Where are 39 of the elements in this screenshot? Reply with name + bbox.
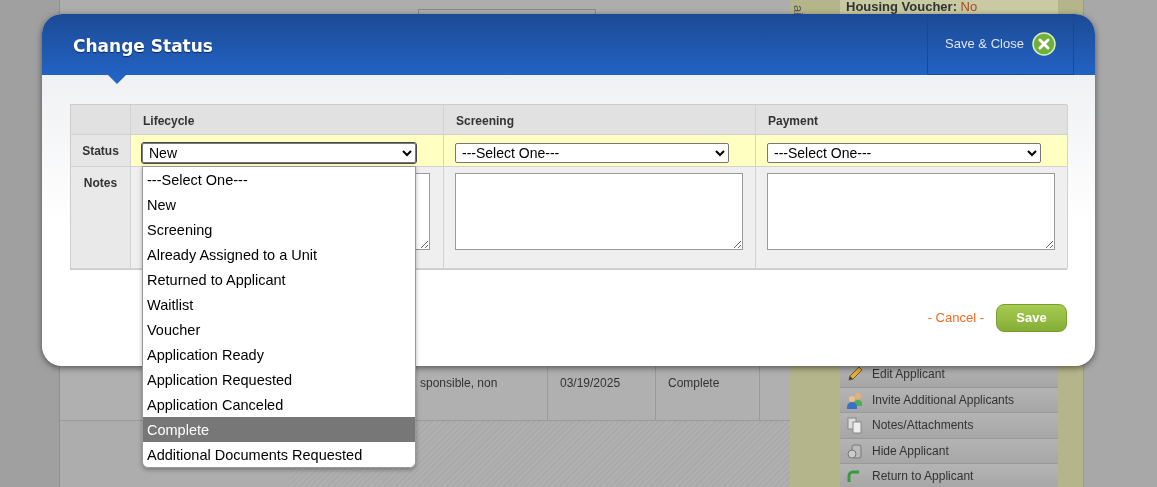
dropdown-option[interactable]: Voucher: [143, 317, 415, 342]
dropdown-option[interactable]: Application Ready: [143, 342, 415, 367]
pages-icon: [846, 416, 864, 435]
dropdown-option[interactable]: Complete: [143, 417, 415, 442]
dropdown-option[interactable]: Already Assigned to a Unit: [143, 242, 415, 267]
column-header: Payment: [756, 105, 1068, 135]
dropdown-option[interactable]: New: [143, 192, 415, 217]
dropdown-option[interactable]: Returned to Applicant: [143, 267, 415, 292]
menu-item[interactable]: Notes/Attachments: [840, 413, 1058, 439]
dropdown-option[interactable]: Application Requested: [143, 367, 415, 392]
table-cell: sponsible, non: [420, 376, 498, 390]
table-cell: Complete: [668, 376, 720, 390]
field-value: No: [960, 0, 978, 14]
dropdown-option[interactable]: Application Canceled: [143, 392, 415, 417]
modal-title: Change Status: [72, 35, 213, 58]
menu-item[interactable]: Hide Applicant: [840, 438, 1058, 464]
status-select[interactable]: ---Select One---: [767, 143, 1041, 163]
users-icon: [846, 390, 864, 409]
status-select[interactable]: ---Select One---: [455, 143, 729, 163]
notes-field[interactable]: [767, 173, 1055, 250]
dropdown-option[interactable]: ---Select One---: [143, 167, 415, 192]
save-close-button[interactable]: Save & Close: [927, 14, 1074, 75]
column-header: Lifecycle: [131, 105, 444, 135]
status-select[interactable]: New: [142, 143, 416, 163]
row-label: Notes: [71, 167, 131, 269]
dropdown-option[interactable]: Waitlist: [143, 292, 415, 317]
column-header: Screening: [444, 105, 756, 135]
dropdown-option[interactable]: Screening: [143, 217, 415, 242]
pointer-arrow: [108, 75, 126, 84]
table-cell: 03/19/2025: [560, 376, 621, 390]
menu-item[interactable]: Return to Applicant: [840, 464, 1058, 487]
notes-field[interactable]: [455, 173, 743, 250]
tab-label[interactable]: ai: [792, 4, 808, 16]
row-label: Status: [71, 135, 131, 167]
field-label: Housing Voucher:: [846, 0, 957, 14]
close-icon: [1031, 32, 1056, 56]
menu-item[interactable]: Invite Additional Applicants: [840, 387, 1058, 413]
pencil-icon: [846, 365, 864, 384]
dropdown-option[interactable]: Additional Documents Requested: [143, 442, 415, 467]
